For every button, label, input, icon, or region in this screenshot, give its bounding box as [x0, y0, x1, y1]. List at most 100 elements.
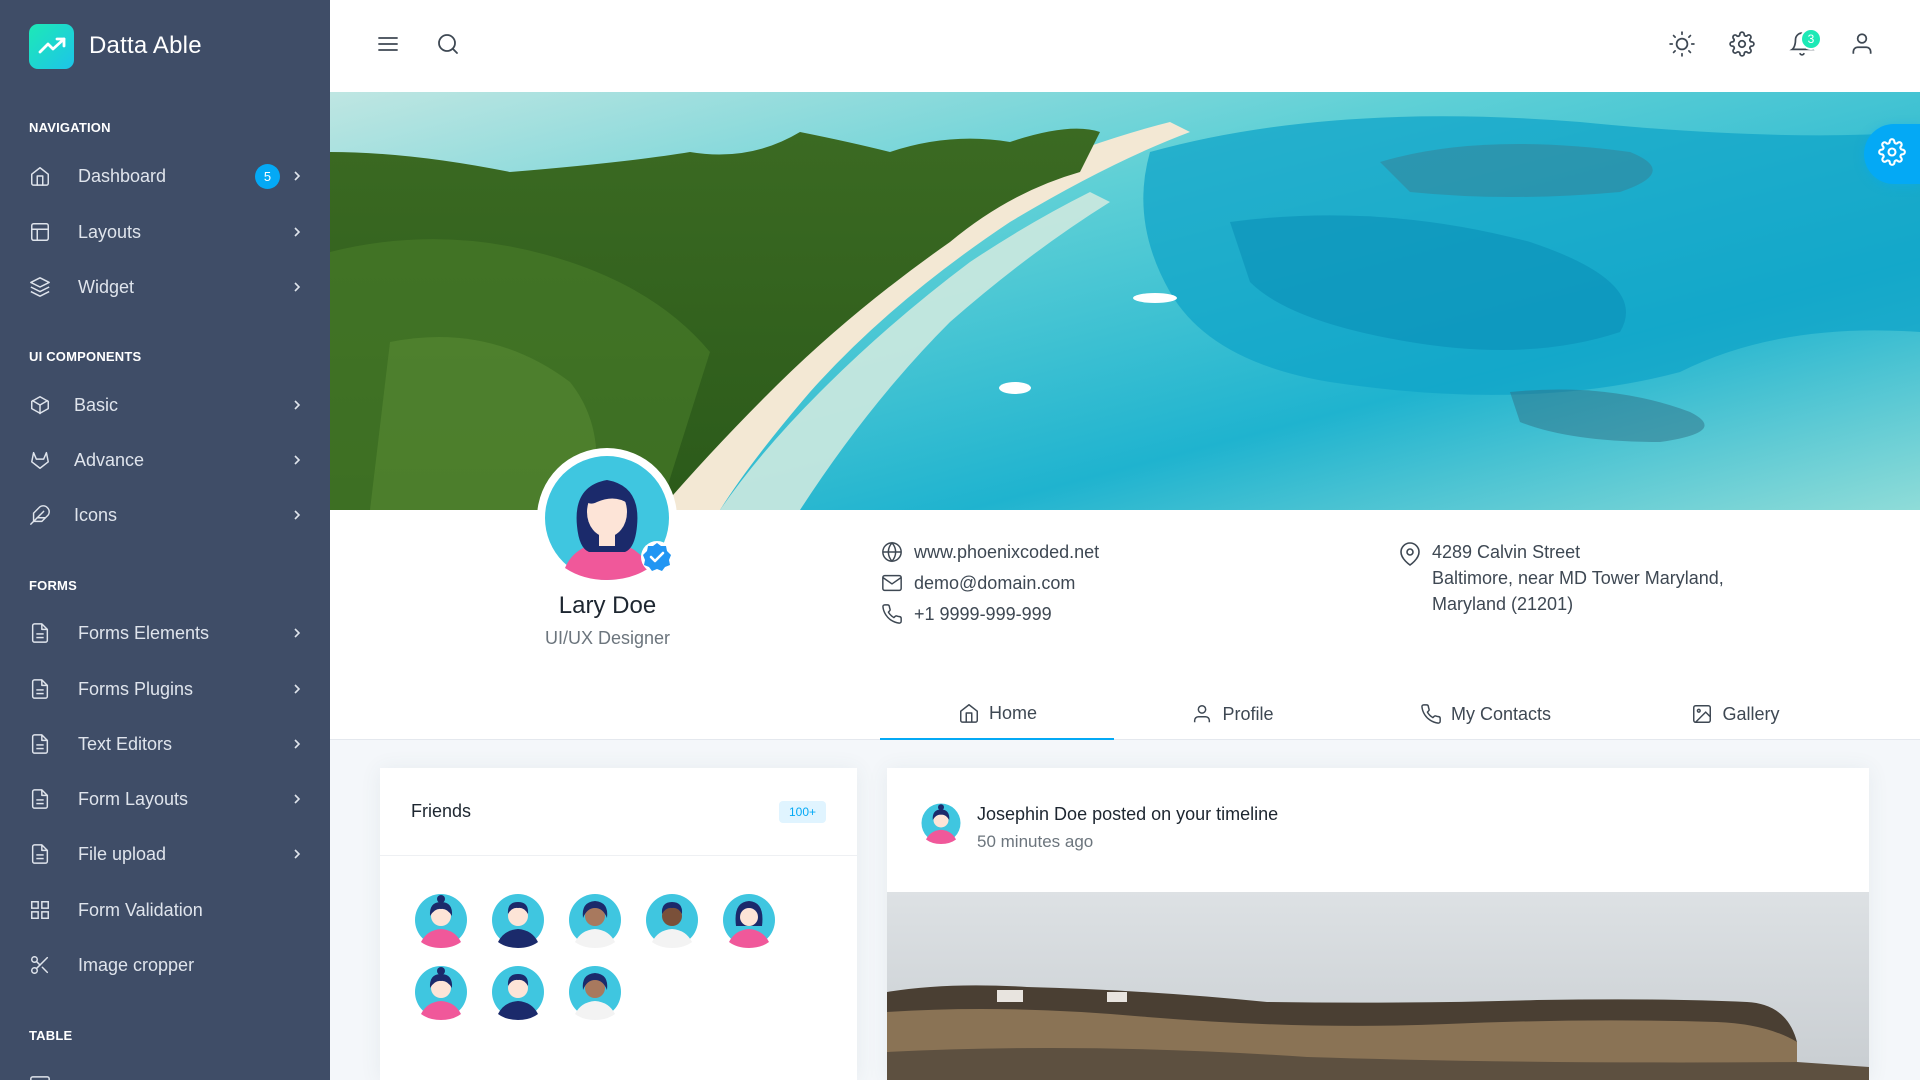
website-link[interactable]: www.phoenixcoded.net: [880, 540, 1099, 564]
notification-count-badge: 3: [1800, 28, 1822, 50]
brand[interactable]: Datta Able: [0, 0, 330, 92]
friend-avatar[interactable]: [413, 892, 469, 948]
sidebar-item-label: Layouts: [78, 221, 142, 242]
friend-avatar[interactable]: [721, 892, 777, 948]
dashboard-badge: 5: [255, 163, 280, 189]
post-author-avatar[interactable]: [920, 802, 962, 844]
phone-text: +1 9999-999-999: [914, 603, 1052, 624]
sidebar-item-label: Text Editors: [78, 733, 173, 754]
profile-info-strip: Lary Doe UI/UX Designer www.phoenixcoded…: [330, 448, 1920, 740]
friend-avatar[interactable]: [567, 892, 623, 948]
woman-avatar-icon: [921, 803, 961, 844]
notifications-button[interactable]: 3: [1782, 26, 1822, 66]
sidebar-item-form-validation[interactable]: Form Validation: [0, 886, 330, 934]
tab-label: Gallery: [1722, 703, 1780, 724]
home-icon: [28, 164, 52, 188]
cover-beach-illustration: [330, 92, 1920, 510]
chevron-right-icon: [290, 225, 304, 239]
home-icon: [957, 701, 981, 725]
sidebar-item-forms-plugins[interactable]: Forms Plugins: [0, 665, 330, 713]
server-icon: [28, 1074, 52, 1080]
friend-avatar[interactable]: [644, 892, 700, 948]
post-landscape-image: [887, 892, 1869, 1080]
post-title: Josephin Doe posted on your timeline: [977, 804, 1279, 824]
friend-avatar[interactable]: [413, 964, 469, 1020]
tab-label: My Contacts: [1450, 703, 1552, 724]
theme-toggle-button[interactable]: [1662, 26, 1702, 66]
sidebar-item-label: Forms Plugins: [78, 678, 194, 699]
friend-avatar[interactable]: [490, 964, 546, 1020]
sidebar: Datta Able NAVIGATION UI COMPONENTS FORM…: [0, 0, 330, 1080]
sidebar-item-label: File upload: [78, 843, 167, 864]
search-button[interactable]: [428, 26, 468, 66]
sidebar-item-label: Icons: [74, 504, 118, 525]
chevron-right-icon: [290, 682, 304, 696]
phone-icon: [1419, 702, 1443, 726]
sidebar-item-dashboard[interactable]: Dashboard 5: [0, 152, 330, 200]
file-text-icon: [28, 677, 52, 701]
sidebar-item-label: Form Validation: [78, 899, 203, 920]
tab-gallery[interactable]: Gallery: [1620, 688, 1850, 740]
sidebar-item-form-layouts[interactable]: Form Layouts: [0, 775, 330, 823]
box-icon: [28, 393, 52, 417]
chevron-right-icon: [290, 280, 304, 294]
settings-icon: [1729, 30, 1755, 62]
tab-my-contacts[interactable]: My Contacts: [1350, 688, 1620, 740]
layers-icon: [28, 275, 52, 299]
user-icon: [1190, 702, 1214, 726]
chevron-right-icon: [290, 847, 304, 861]
nav-caption-ui-components: UI COMPONENTS: [29, 349, 142, 364]
image-icon: [1690, 702, 1714, 726]
nav-caption-navigation: NAVIGATION: [29, 120, 111, 135]
search-icon: [436, 32, 460, 61]
phone-link[interactable]: +1 9999-999-999: [880, 602, 1052, 626]
tab-home[interactable]: Home: [880, 688, 1114, 740]
address-line-1: 4289 Calvin Street: [1432, 542, 1581, 562]
sidebar-item-label: Forms Elements: [78, 622, 210, 643]
tab-profile[interactable]: Profile: [1114, 688, 1350, 740]
woman-avatar-icon: [415, 894, 467, 948]
sidebar-item-forms-elements[interactable]: Forms Elements: [0, 609, 330, 657]
nav-caption-table: TABLE: [29, 1028, 73, 1043]
friends-count-badge: 100+: [778, 800, 826, 823]
sidebar-item-basic[interactable]: Basic: [0, 381, 330, 429]
top-header: 3: [330, 0, 1920, 92]
website-text: www.phoenixcoded.net: [914, 541, 1100, 562]
sidebar-item-icons[interactable]: Icons: [0, 491, 330, 539]
chevron-right-icon: [290, 626, 304, 640]
sidebar-item-image-cropper[interactable]: Image cropper: [0, 941, 330, 989]
woman-avatar-icon: [569, 894, 621, 948]
chevron-right-icon: [290, 169, 304, 183]
email-text: demo@domain.com: [914, 572, 1076, 593]
chevron-right-icon: [290, 453, 304, 467]
sidebar-item-layouts[interactable]: Layouts: [0, 208, 330, 256]
scissors-icon: [28, 953, 52, 977]
file-text-icon: [28, 621, 52, 645]
user-icon: [1849, 31, 1875, 62]
email-link[interactable]: demo@domain.com: [880, 571, 1075, 595]
menu-toggle-button[interactable]: [368, 26, 408, 66]
friend-avatar[interactable]: [490, 892, 546, 948]
map-pin-icon: [1398, 542, 1422, 566]
nav-caption-forms: FORMS: [29, 578, 77, 593]
sidebar-item-file-upload[interactable]: File upload: [0, 830, 330, 878]
sidebar-item-label: Widget: [78, 276, 135, 297]
menu-icon: [376, 32, 400, 61]
sidebar-item-cutoff[interactable]: [0, 1062, 330, 1080]
man-avatar-icon: [646, 894, 698, 948]
sidebar-item-text-editors[interactable]: Text Editors: [0, 720, 330, 768]
sidebar-item-advance[interactable]: Advance: [0, 436, 330, 484]
sidebar-item-label: Dashboard: [78, 165, 167, 186]
cover-image: [330, 92, 1920, 510]
file-text-icon: [28, 842, 52, 866]
file-text-icon: [28, 732, 52, 756]
chevron-right-icon: [290, 398, 304, 412]
user-menu-button[interactable]: [1842, 26, 1882, 66]
customizer-settings-button[interactable]: [1864, 124, 1920, 184]
address-line-2: Baltimore, near MD Tower Maryland,: [1432, 568, 1724, 588]
friend-avatar[interactable]: [567, 964, 623, 1020]
settings-button[interactable]: [1722, 26, 1762, 66]
sidebar-item-widget[interactable]: Widget: [0, 263, 330, 311]
chevron-right-icon: [290, 737, 304, 751]
feather-icon: [28, 503, 52, 527]
